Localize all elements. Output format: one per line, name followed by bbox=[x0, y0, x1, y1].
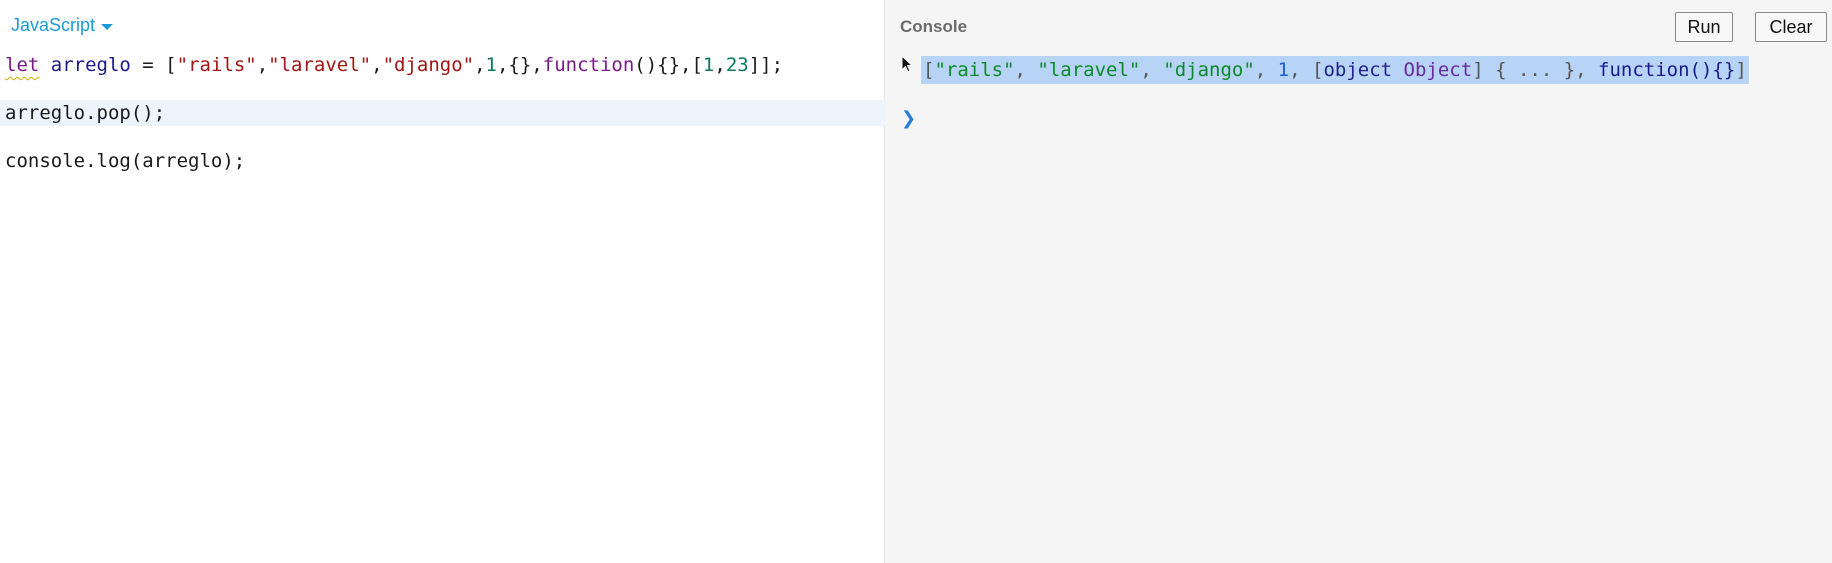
console-output-line[interactable]: ["rails", "laravel", "django", 1, [objec… bbox=[921, 56, 1749, 84]
app-root: JavaScript let arreglo = ["rails","larav… bbox=[0, 0, 1832, 563]
code-token: , bbox=[256, 54, 269, 76]
output-token: (){} bbox=[1689, 59, 1736, 81]
code-token: 1 bbox=[702, 54, 715, 76]
language-label: JavaScript bbox=[11, 15, 96, 35]
clear-button[interactable]: Clear bbox=[1755, 12, 1827, 42]
code-token: console.log(arreglo); bbox=[5, 150, 246, 172]
code-token: let bbox=[5, 54, 40, 76]
output-token: 1 bbox=[1277, 59, 1290, 81]
code-token: arreglo.pop(); bbox=[5, 102, 166, 124]
output-token: "rails" bbox=[934, 59, 1015, 81]
code-editor[interactable]: JavaScript let arreglo = ["rails","larav… bbox=[0, 0, 885, 563]
output-token: , bbox=[1014, 59, 1038, 81]
code-token: ,{}, bbox=[496, 54, 543, 76]
code-token: 1 bbox=[485, 54, 497, 76]
code-token: ]]; bbox=[748, 54, 784, 76]
code-token: , bbox=[371, 54, 383, 76]
code-token: function bbox=[542, 54, 635, 76]
output-token: ] { ... } bbox=[1472, 59, 1576, 81]
output-token: , bbox=[1254, 59, 1278, 81]
code-token: arreglo bbox=[50, 54, 131, 76]
console-title: Console bbox=[900, 17, 968, 36]
console-prompt-icon[interactable]: ❯ bbox=[901, 108, 916, 129]
code-token: = [ bbox=[130, 54, 177, 76]
chevron-down-icon bbox=[101, 23, 114, 30]
code-token: , bbox=[714, 54, 726, 76]
code-line[interactable]: console.log(arreglo); bbox=[0, 148, 885, 174]
output-token: , bbox=[1140, 59, 1164, 81]
output-token: "laravel" bbox=[1037, 59, 1141, 81]
run-button[interactable]: Run bbox=[1675, 12, 1733, 42]
output-token: , bbox=[1575, 59, 1599, 81]
language-dropdown[interactable]: JavaScript bbox=[11, 15, 114, 36]
code-token: "laravel" bbox=[268, 54, 372, 76]
code-line-active[interactable]: arreglo.pop(); bbox=[0, 100, 885, 126]
code-token: , bbox=[474, 54, 486, 76]
output-token: [ bbox=[1312, 59, 1324, 81]
console-panel: Console Run Clear ["rails", "laravel", "… bbox=[885, 0, 1832, 563]
code-line[interactable]: let arreglo = ["rails","laravel","django… bbox=[0, 52, 885, 78]
output-token: function bbox=[1598, 59, 1690, 81]
output-token: "django" bbox=[1163, 59, 1255, 81]
output-token: , bbox=[1289, 59, 1313, 81]
code-token: "django" bbox=[382, 54, 475, 76]
output-token: object bbox=[1323, 59, 1404, 81]
output-token: Object bbox=[1403, 59, 1473, 81]
code-token: "rails" bbox=[176, 54, 257, 76]
mouse-pointer-icon bbox=[901, 55, 913, 73]
output-token: ] bbox=[1735, 59, 1747, 81]
code-token: 23 bbox=[725, 54, 749, 76]
code-token: (){},[ bbox=[634, 54, 703, 76]
output-token: [ bbox=[923, 59, 935, 81]
